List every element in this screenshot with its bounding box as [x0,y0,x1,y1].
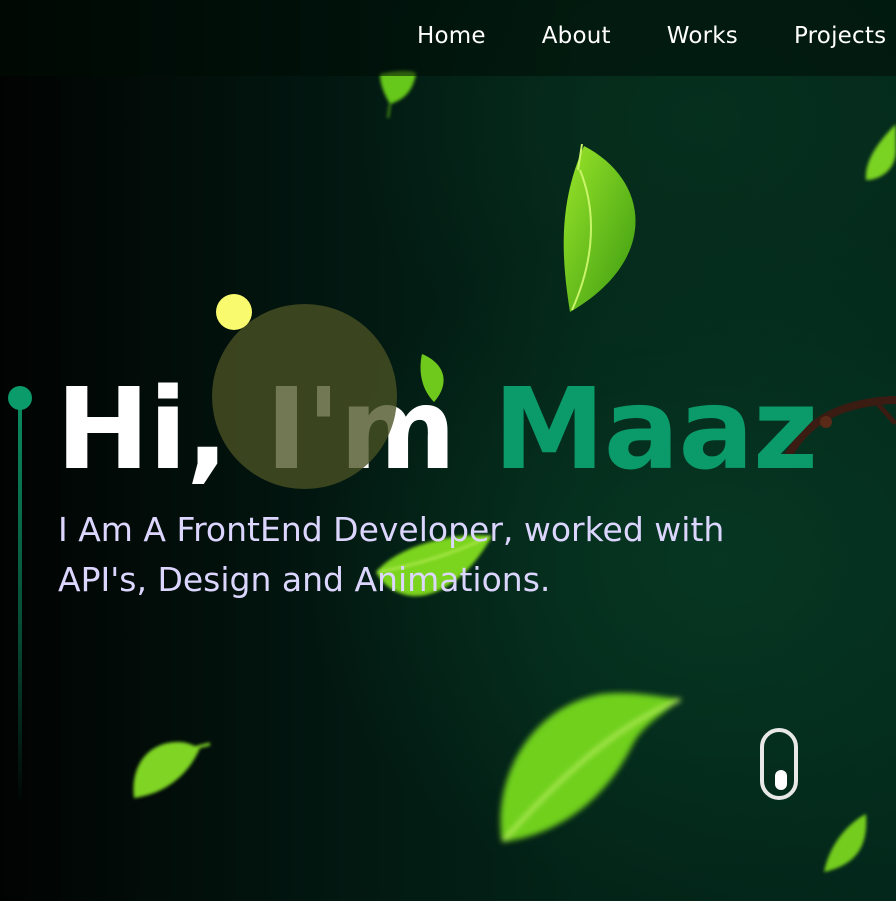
navbar: Home About Works Projects [0,0,896,76]
hero-subtitle: I Am A FrontEnd Developer, worked with A… [58,510,725,599]
hero-name: Maaz [493,365,818,495]
nav-home-link[interactable]: Home [417,23,486,49]
leaf-icon [563,143,636,312]
hero-page: Home About Works Projects Hi, I'm Maaz I… [0,0,896,901]
mouse-wheel [775,770,787,790]
nav-works-link[interactable]: Works [667,23,738,49]
leaf-icon [824,814,867,872]
leaf-icon [133,742,211,798]
nav-about-link[interactable]: About [542,23,611,49]
mouse-scroll-icon[interactable] [760,728,798,800]
hero-title: Hi, I'm Maaz [56,360,818,500]
nav-links: Home About Works Projects [417,0,886,76]
decorative-circle [212,304,397,489]
leaf-icon [865,124,896,180]
decorative-dot [216,294,252,330]
leaf-icon [500,693,682,842]
nav-projects-link[interactable]: Projects [794,23,886,49]
timeline-dot [8,386,32,410]
timeline-line [18,404,22,804]
